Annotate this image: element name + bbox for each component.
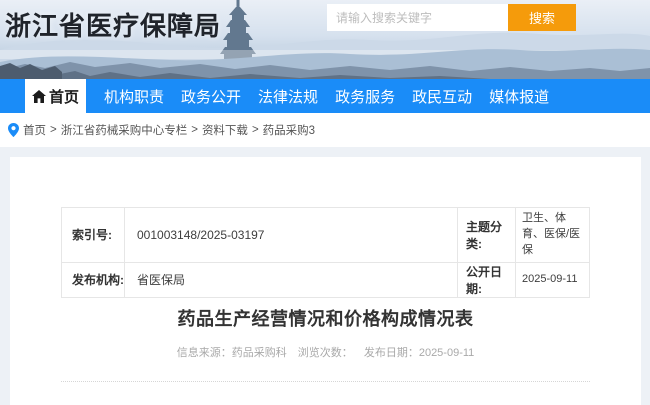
- breadcrumb-section[interactable]: 浙江省药械采购中心专栏: [61, 122, 188, 138]
- breadcrumb-current: 药品采购3: [263, 122, 315, 138]
- topic-class-value: 卫生、体育、医保/医保: [516, 208, 590, 263]
- article-title: 药品生产经营情况和价格构成情况表: [61, 305, 590, 331]
- main-nav: 首页 机构职责 政务公开 法律法规 政务服务 政民互动 媒体报道: [0, 79, 650, 113]
- table-row: 发布机构: 省医保局 公开日期: 2025-09-11: [62, 262, 590, 297]
- index-number-label: 索引号:: [62, 208, 125, 263]
- publish-date-value: 2025-09-11: [516, 262, 590, 297]
- search-button[interactable]: 搜索: [508, 4, 576, 31]
- publisher-value: 省医保局: [125, 262, 458, 297]
- index-number-value: 001003148/2025-03197: [125, 208, 458, 263]
- breadcrumb-home[interactable]: 首页: [23, 122, 46, 138]
- location-pin-icon: [8, 123, 19, 137]
- breadcrumb: 首页 > 浙江省药械采购中心专栏 > 资料下载 > 药品采购3: [0, 113, 650, 147]
- breadcrumb-downloads[interactable]: 资料下载: [202, 122, 248, 138]
- table-row: 索引号: 001003148/2025-03197 主题分类: 卫生、体育、医保…: [62, 208, 590, 263]
- nav-item-interaction[interactable]: 政民互动: [408, 79, 476, 113]
- nav-item-media[interactable]: 媒体报道: [485, 79, 553, 113]
- topic-class-label: 主题分类:: [458, 208, 516, 263]
- publish-date-label: 公开日期:: [458, 262, 516, 297]
- search-bar: 搜索: [327, 4, 576, 31]
- nav-item-laws[interactable]: 法律法规: [254, 79, 322, 113]
- info-date: 发布日期：2025-09-11: [364, 347, 474, 359]
- info-source: 信息来源：药品采购科: [177, 347, 287, 359]
- nav-item-home[interactable]: 首页: [25, 79, 86, 113]
- info-views: 浏览次数：: [298, 347, 353, 359]
- home-icon: [32, 90, 46, 103]
- search-input[interactable]: [327, 4, 508, 31]
- document-meta-table: 索引号: 001003148/2025-03197 主题分类: 卫生、体育、医保…: [61, 207, 590, 298]
- publisher-label: 发布机构:: [62, 262, 125, 297]
- breadcrumb-separator: >: [191, 124, 198, 136]
- nav-item-home-label: 首页: [49, 86, 79, 107]
- site-title: 浙江省医疗保障局: [5, 6, 221, 43]
- site-header: 浙江省医疗保障局 搜索: [0, 0, 650, 79]
- breadcrumb-separator: >: [252, 124, 259, 136]
- content-card: 索引号: 001003148/2025-03197 主题分类: 卫生、体育、医保…: [10, 157, 641, 405]
- dotted-divider: [61, 381, 590, 382]
- nav-item-gov-info[interactable]: 政务公开: [177, 79, 245, 113]
- nav-item-gov-service[interactable]: 政务服务: [331, 79, 399, 113]
- breadcrumb-separator: >: [50, 124, 57, 136]
- nav-item-org-duties[interactable]: 机构职责: [100, 79, 168, 113]
- page-background: 索引号: 001003148/2025-03197 主题分类: 卫生、体育、医保…: [0, 147, 650, 405]
- article-info-line: 信息来源：药品采购科 浏览次数： 发布日期：2025-09-11: [61, 344, 590, 360]
